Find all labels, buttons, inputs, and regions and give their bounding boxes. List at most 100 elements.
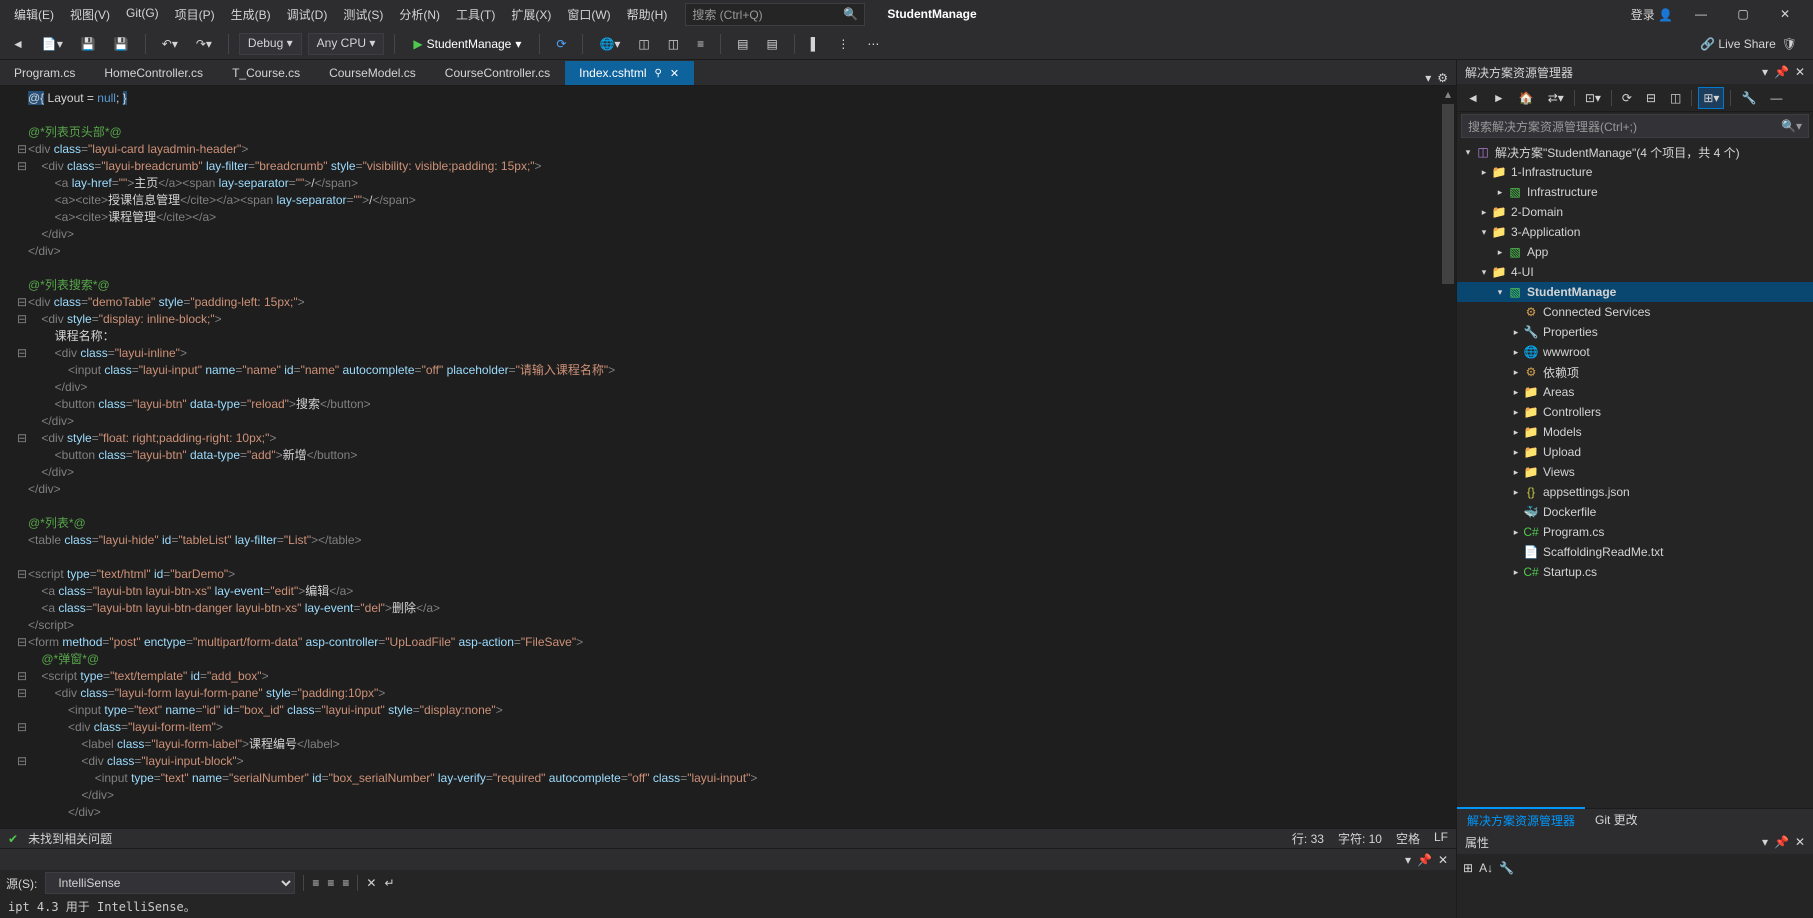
se-sync-icon[interactable]: ⊡▾ <box>1581 88 1605 108</box>
se-preview-icon[interactable]: — <box>1766 88 1786 108</box>
output-tool-3[interactable]: ≡ <box>342 876 349 890</box>
se-close-icon[interactable]: ✕ <box>1795 65 1805 79</box>
fold-gutter[interactable] <box>0 86 16 828</box>
tool-icon-7[interactable]: ⋮ <box>831 33 855 55</box>
menu-生成(B)[interactable]: 生成(B) <box>223 2 279 27</box>
tab-CourseController.cs[interactable]: CourseController.cs <box>431 61 565 85</box>
output-clear-icon[interactable]: ✕ <box>366 876 376 890</box>
login-button[interactable]: 登录 👤 <box>1631 6 1673 23</box>
code-editor[interactable]: @{ Layout = null; } @*列表页头部*@⊟<div class… <box>0 86 1456 828</box>
tab-dropdown-icon[interactable]: ▾ <box>1425 71 1431 85</box>
output-pin-icon[interactable]: 📌 <box>1417 853 1432 867</box>
back-button[interactable]: ◄ <box>6 33 30 55</box>
tree-Program.cs[interactable]: ▸C#Program.cs <box>1457 522 1813 542</box>
tree-Upload[interactable]: ▸📁Upload <box>1457 442 1813 462</box>
output-source-select[interactable]: IntelliSense <box>45 872 295 894</box>
tree-2-Domain[interactable]: ▸📁2-Domain <box>1457 202 1813 222</box>
tree-appsettings.json[interactable]: ▸{}appsettings.json <box>1457 482 1813 502</box>
saveall-button[interactable]: 💾 <box>108 33 135 55</box>
redo-button[interactable]: ↷▾ <box>190 33 218 55</box>
se-props-icon[interactable]: 🔧 <box>1737 88 1760 108</box>
tree-Connected Services[interactable]: ⚙Connected Services <box>1457 302 1813 322</box>
tool-icon-5[interactable]: ▤ <box>760 33 783 55</box>
tree-3-Application[interactable]: ▾📁3-Application <box>1457 222 1813 242</box>
refresh-icon[interactable]: ⟳ <box>550 33 572 55</box>
se-refresh-icon[interactable]: ⟳ <box>1618 88 1636 108</box>
tree-Startup.cs[interactable]: ▸C#Startup.cs <box>1457 562 1813 582</box>
menu-编辑(E)[interactable]: 编辑(E) <box>6 2 62 27</box>
se-switch-icon[interactable]: ⇄▾ <box>1544 88 1568 108</box>
tree-Dockerfile[interactable]: 🐳Dockerfile <box>1457 502 1813 522</box>
new-button[interactable]: 📄▾ <box>36 33 69 55</box>
output-dropdown-icon[interactable]: ▾ <box>1405 853 1411 867</box>
tree-StudentManage[interactable]: ▾▧StudentManage <box>1457 282 1813 302</box>
status-spaces[interactable]: 空格 <box>1396 830 1420 847</box>
status-line[interactable]: 行: 33 <box>1292 830 1324 847</box>
browser-icon[interactable]: 🌐▾ <box>593 33 626 55</box>
props-close-icon[interactable]: ✕ <box>1795 835 1805 849</box>
tool-icon-8[interactable]: ⋯ <box>861 33 885 55</box>
props-wrench-icon[interactable]: 🔧 <box>1499 861 1514 875</box>
menu-窗口(W)[interactable]: 窗口(W) <box>559 2 618 27</box>
menu-帮助(H)[interactable]: 帮助(H) <box>619 2 676 27</box>
menu-工具(T)[interactable]: 工具(T) <box>448 2 503 27</box>
tool-icon-6[interactable]: ▌ <box>805 33 826 55</box>
liveshare-button[interactable]: 🔗 Live Share <box>1700 37 1776 51</box>
tool-icon-2[interactable]: ◫ <box>662 33 685 55</box>
tree-wwwroot[interactable]: ▸🌐wwwroot <box>1457 342 1813 362</box>
global-search[interactable]: 搜索 (Ctrl+Q) 🔍 <box>685 3 865 26</box>
pin-icon[interactable]: ⚲ <box>655 68 662 79</box>
se-home-icon[interactable]: 🏠 <box>1515 88 1538 108</box>
se-collapse-icon[interactable]: ⊟ <box>1642 88 1660 108</box>
minimize-button[interactable]: — <box>1687 7 1715 21</box>
props-cat-icon[interactable]: ⊞ <box>1463 861 1473 875</box>
output-tool-1[interactable]: ≡ <box>312 876 319 890</box>
output-tool-2[interactable]: ≡ <box>327 876 334 890</box>
tree-依赖项[interactable]: ▸⚙依赖项 <box>1457 362 1813 382</box>
close-button[interactable]: ✕ <box>1771 7 1799 21</box>
maximize-button[interactable]: ▢ <box>1729 7 1757 21</box>
tab-Index.cshtml[interactable]: Index.cshtml ⚲ ✕ <box>565 61 694 85</box>
props-pin-icon[interactable]: 📌 <box>1774 835 1789 849</box>
output-close-icon[interactable]: ✕ <box>1438 853 1448 867</box>
undo-button[interactable]: ↶▾ <box>156 33 184 55</box>
solution-tree[interactable]: ▾ ◫ 解决方案"StudentManage"(4 个项目，共 4 个) ▸📁1… <box>1457 140 1813 808</box>
se-fwd-icon[interactable]: ► <box>1489 88 1509 108</box>
tree-Controllers[interactable]: ▸📁Controllers <box>1457 402 1813 422</box>
se-back-icon[interactable]: ◄ <box>1463 88 1483 108</box>
tab-HomeController.cs[interactable]: HomeController.cs <box>90 61 218 85</box>
status-le[interactable]: LF <box>1434 830 1448 847</box>
tree-ScaffoldingReadMe.txt[interactable]: 📄ScaffoldingReadMe.txt <box>1457 542 1813 562</box>
menu-调试(D)[interactable]: 调试(D) <box>279 2 336 27</box>
platform-select[interactable]: Any CPU ▾ <box>308 33 385 55</box>
tree-root[interactable]: ▾ ◫ 解决方案"StudentManage"(4 个项目，共 4 个) <box>1457 142 1813 162</box>
props-az-icon[interactable]: A↓ <box>1479 861 1493 875</box>
menu-Git(G)[interactable]: Git(G) <box>118 2 167 27</box>
tree-1-Infrastructure[interactable]: ▸📁1-Infrastructure <box>1457 162 1813 182</box>
tool-icon-3[interactable]: ≡ <box>691 33 710 55</box>
tree-Models[interactable]: ▸📁Models <box>1457 422 1813 442</box>
se-showall-icon[interactable]: ◫ <box>1666 88 1685 108</box>
tree-App[interactable]: ▸▧App <box>1457 242 1813 262</box>
se-dropdown-icon[interactable]: ▾ <box>1762 65 1768 79</box>
tool-icon-1[interactable]: ◫ <box>632 33 655 55</box>
tree-4-UI[interactable]: ▾📁4-UI <box>1457 262 1813 282</box>
admin-icon[interactable]: 🛡 <box>1782 37 1797 51</box>
start-debug-button[interactable]: ▶StudentManage ▾ <box>405 35 529 53</box>
close-icon[interactable]: ✕ <box>670 67 679 80</box>
solution-explorer-search[interactable]: 搜索解决方案资源管理器(Ctrl+;) 🔍▾ <box>1461 114 1809 138</box>
menu-分析(N)[interactable]: 分析(N) <box>391 2 448 27</box>
btab-git[interactable]: Git 更改 <box>1585 808 1648 831</box>
se-pin-icon[interactable]: 📌 <box>1774 65 1789 79</box>
tree-Views[interactable]: ▸📁Views <box>1457 462 1813 482</box>
menu-视图(V)[interactable]: 视图(V) <box>62 2 118 27</box>
tab-settings-icon[interactable]: ⚙ <box>1437 71 1448 85</box>
tree-Properties[interactable]: ▸🔧Properties <box>1457 322 1813 342</box>
props-dropdown-icon[interactable]: ▾ <box>1762 835 1768 849</box>
se-view-icon[interactable]: ⊞▾ <box>1698 87 1724 109</box>
output-wrap-icon[interactable]: ↵ <box>384 876 394 890</box>
tab-Program.cs[interactable]: Program.cs <box>0 61 90 85</box>
tree-Areas[interactable]: ▸📁Areas <box>1457 382 1813 402</box>
tab-T_Course.cs[interactable]: T_Course.cs <box>218 61 315 85</box>
tab-CourseModel.cs[interactable]: CourseModel.cs <box>315 61 431 85</box>
